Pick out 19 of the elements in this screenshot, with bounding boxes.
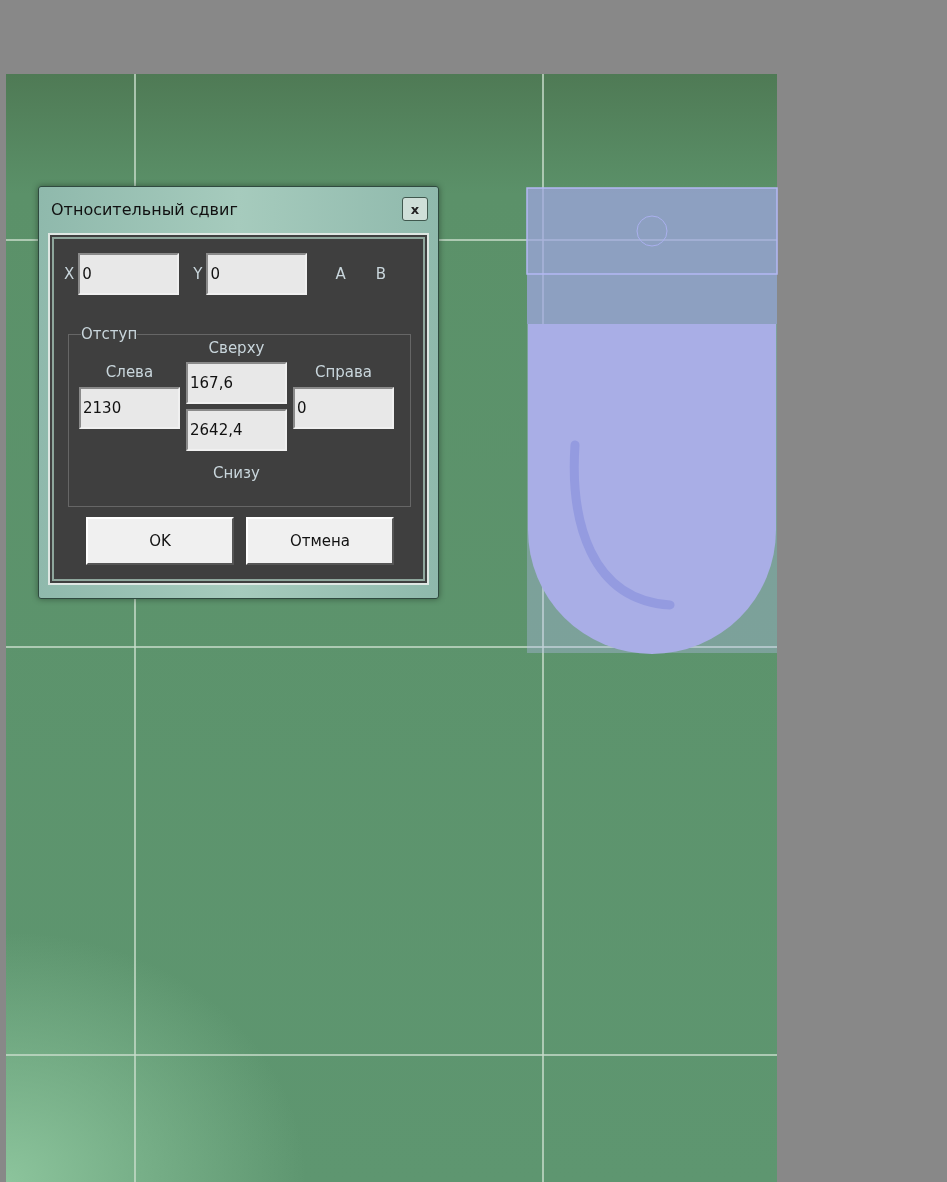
y-label: Y [193,265,203,283]
b-label: B [375,265,386,283]
top-label: Сверху [208,339,265,357]
a-label: A [335,265,346,283]
left-label: Слева [105,363,154,381]
group-title: Отступ [81,325,138,343]
dialog-title: Относительный сдвиг [51,199,238,219]
left-input-field[interactable]: 2130 [79,387,180,429]
bottom-label: Снизу [213,464,260,482]
bottom-input-field[interactable]: 2642,4 [186,409,287,451]
y-input-field[interactable]: 0 [206,253,308,295]
right-label: Справа [315,363,372,381]
close-button[interactable]: x [402,197,428,221]
right-input-field[interactable]: 0 [293,387,394,429]
top-input-field[interactable]: 167,6 [186,362,287,404]
cancel-button[interactable]: Отмена [246,517,394,565]
x-input-field[interactable]: 0 [78,253,180,295]
x-label: X [64,265,75,283]
ok-button[interactable]: OK [86,517,234,565]
